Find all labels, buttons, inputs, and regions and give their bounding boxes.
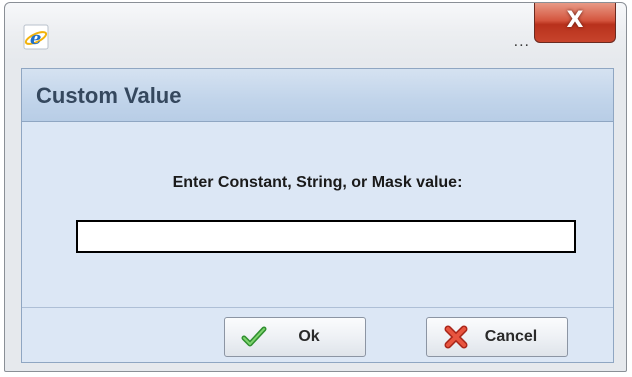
cancel-button[interactable]: Cancel — [426, 317, 568, 357]
dialog-footer: Ok Cancel — [22, 307, 613, 362]
custom-value-input[interactable] — [76, 220, 576, 253]
checkmark-icon — [241, 326, 267, 347]
svg-text:e: e — [30, 28, 41, 49]
ok-button[interactable]: Ok — [224, 317, 366, 357]
dialog-header: Custom Value — [22, 69, 613, 122]
dialog-title: Custom Value — [36, 83, 182, 108]
dialog-content: Enter Constant, String, or Mask value: — [22, 122, 613, 309]
cancel-button-label: Cancel — [484, 328, 538, 345]
prompt-label: Enter Constant, String, or Mask value: — [172, 174, 463, 191]
close-icon: X — [566, 8, 584, 33]
ok-button-label: Ok — [298, 328, 320, 345]
window-title: ... — [513, 33, 530, 50]
dialog-window: e ... X Custom Value Enter Constant, Str… — [4, 2, 627, 372]
internet-explorer-icon: e — [23, 24, 49, 50]
title-bar[interactable]: e ... X — [5, 3, 626, 65]
dialog-panel: Custom Value Enter Constant, String, or … — [21, 68, 614, 363]
close-button[interactable]: X — [534, 3, 616, 43]
x-mark-icon — [444, 325, 468, 349]
